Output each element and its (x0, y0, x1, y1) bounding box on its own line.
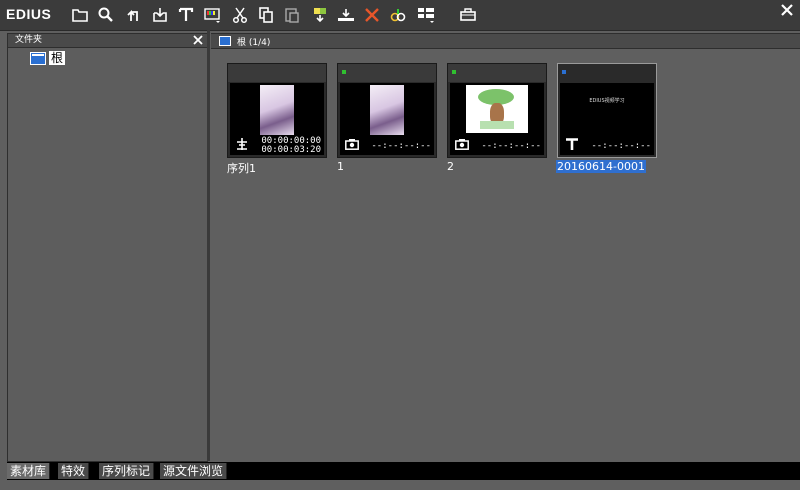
clip-timecode-out: --:--:--:-- (591, 141, 651, 151)
color-bar-icon[interactable] (202, 5, 222, 25)
add-to-player-icon[interactable] (310, 5, 330, 25)
bin-path-label: 根 (1/4) (237, 37, 271, 48)
tab-bin[interactable]: 素材库 (7, 463, 51, 479)
folder-panel-header: 文件夹 (8, 34, 207, 48)
clip-timecode-out: 00:00:03:20 (261, 145, 321, 155)
preview-image (370, 85, 404, 135)
clip-preview: 00:00:00:00 00:00:03:20 (230, 83, 324, 155)
tab-source-browser[interactable]: 源文件浏览 (160, 463, 228, 479)
clip-thumbnail[interactable]: 00:00:00:00 00:00:03:20 (227, 63, 327, 158)
clip-thumbnail[interactable]: --:--:--:-- (337, 63, 437, 158)
toolbar: EDIUS (0, 0, 800, 31)
clip-preview: EDIUS视频学习 --:--:--:-- (560, 83, 654, 155)
clip-thumbnail[interactable]: EDIUS视频学习 --:--:--:-- (557, 63, 657, 158)
tab-effects[interactable]: 特效 (58, 463, 90, 479)
up-folder-icon[interactable] (124, 5, 144, 25)
title-icon (565, 138, 579, 150)
bin-header: 根 (1/4) (211, 34, 800, 49)
view-icon[interactable] (416, 5, 436, 25)
cut-icon[interactable] (230, 5, 250, 25)
clip-header-strip (448, 64, 546, 82)
clip-timecode-out: --:--:--:-- (481, 141, 541, 151)
delete-icon[interactable] (362, 5, 382, 25)
clip-header-strip (228, 64, 326, 82)
more-icon[interactable] (458, 5, 478, 25)
clip-preview: --:--:--:-- (340, 83, 434, 155)
add-to-timeline-icon[interactable] (336, 5, 356, 25)
clip-header-strip (558, 64, 656, 82)
camera-icon (455, 138, 469, 150)
preview-image (260, 85, 294, 135)
folder-tree-root[interactable]: 根 (30, 51, 66, 65)
close-panel-icon[interactable] (193, 35, 203, 45)
folder-tree-root-label: 根 (49, 51, 66, 65)
folder-panel: 文件夹 根 (7, 33, 208, 462)
clip-header-strip (338, 64, 436, 82)
clip-label-selected[interactable]: 20160614-0001 (556, 160, 646, 173)
clip-timecode-out: --:--:--:-- (371, 141, 431, 151)
status-dot (452, 70, 456, 74)
sequence-icon (235, 138, 249, 150)
clip-preview: --:--:--:-- (450, 83, 544, 155)
folder-icon (219, 36, 231, 46)
search-icon[interactable] (96, 5, 116, 25)
close-window-icon[interactable] (780, 3, 796, 19)
app-logo: EDIUS (6, 6, 52, 22)
paste-icon[interactable] (282, 5, 302, 25)
clip-label[interactable]: 2 (447, 160, 454, 173)
panel-splitter[interactable] (207, 30, 210, 461)
folder-panel-title: 文件夹 (15, 35, 43, 45)
bottom-tab-bar: 素材库 特效 序列标记 源文件浏览 (7, 462, 800, 480)
camera-icon (345, 138, 359, 150)
import-icon[interactable] (150, 5, 170, 25)
preview-image (466, 85, 528, 133)
bin-area: 根 (1/4) 00:00:00:00 00:00:03:20 序列1 --:-… (211, 33, 800, 461)
tab-sequence-markers[interactable]: 序列标记 (99, 463, 155, 479)
new-folder-icon[interactable] (70, 5, 90, 25)
folder-icon (30, 51, 46, 65)
status-dot (342, 70, 346, 74)
clip-label[interactable]: 1 (337, 160, 344, 173)
clip-label[interactable]: 序列1 (227, 160, 256, 176)
clip-thumbnail[interactable]: --:--:--:-- (447, 63, 547, 158)
status-dot (562, 70, 566, 74)
copy-icon[interactable] (256, 5, 276, 25)
title-icon[interactable] (176, 5, 196, 25)
title-preview-text: EDIUS视频学习 (589, 98, 625, 104)
properties-icon[interactable] (388, 5, 408, 25)
